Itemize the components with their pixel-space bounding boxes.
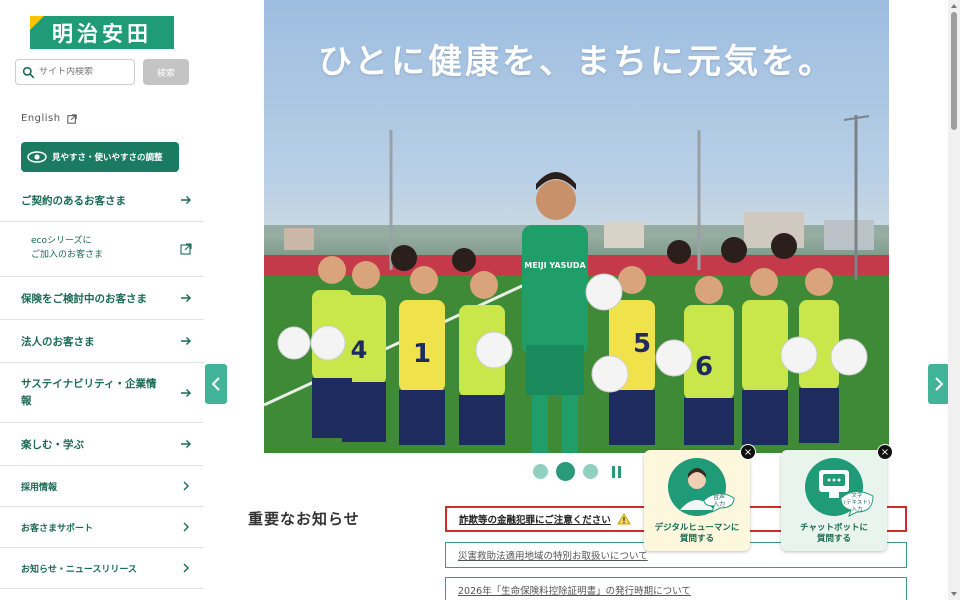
- close-icon[interactable]: ×: [740, 444, 756, 460]
- chatbot-label-line1: チャットボットに: [800, 523, 868, 533]
- carousel-dot-active[interactable]: [556, 462, 575, 481]
- sidebar-nav: ご契約のあるお客さま ecoシリーズにご加入のお客さま 保険をご検討中のお客さま…: [0, 179, 204, 589]
- chatbot-label: チャットボットに 質問する: [781, 523, 887, 546]
- search-icon: [22, 66, 35, 78]
- carousel-dots: [533, 462, 622, 481]
- notice-text: 詐欺等の金融犯罪にご注意ください: [459, 515, 611, 526]
- nav-item-label: サステイナビリティ・企業情報: [21, 376, 156, 409]
- scroll-up-icon[interactable]: [950, 2, 958, 10]
- eye-icon: [27, 151, 47, 163]
- arrow-right-icon: [181, 337, 191, 345]
- nav-item-label: 保険をご検討中のお客さま: [21, 292, 147, 305]
- chevron-left-icon: [211, 377, 220, 391]
- chevron-right-icon: [935, 377, 944, 391]
- notice-text: 災害救助法適用地域の特別お取扱いについて: [458, 551, 648, 562]
- accessibility-button[interactable]: 見やすさ・使いやすさの調整: [21, 142, 179, 172]
- digital-human-avatar-icon: 音声 入力: [668, 458, 735, 516]
- chevron-right-icon: [183, 563, 189, 573]
- nav-item-label: お客さまサポート: [21, 523, 94, 534]
- carousel-dot[interactable]: [583, 464, 598, 479]
- pause-icon[interactable]: [612, 465, 622, 478]
- chatbot-widget[interactable]: 文字 (テキスト) 入力 チャットボットに 質問する ×: [781, 444, 893, 551]
- nav-item-label: ご契約のあるお客さま: [21, 194, 126, 207]
- accessibility-button-label: 見やすさ・使いやすさの調整: [52, 153, 163, 163]
- carousel-dot[interactable]: [533, 464, 548, 479]
- notice-text: 2026年「生命保険料控除証明書」の発行時期について: [458, 586, 691, 597]
- chevron-right-icon: [183, 522, 189, 532]
- scroll-down-icon[interactable]: [950, 590, 958, 598]
- hero-headline: ひとに健康を、まちに元気を。: [318, 42, 835, 82]
- arrow-right-icon: [181, 196, 191, 204]
- nav-item-enjoy-learn[interactable]: 楽しむ・学ぶ: [0, 423, 204, 466]
- notices-title: 重要なお知らせ: [248, 510, 360, 528]
- close-icon[interactable]: ×: [877, 444, 893, 460]
- page-scrollbar[interactable]: [948, 0, 960, 600]
- chevron-right-icon: [183, 481, 189, 491]
- text-badge-line1: 文字: [851, 491, 863, 499]
- text-badge-line3: 入力: [851, 505, 862, 513]
- nav-item-label: 採用情報: [21, 482, 58, 493]
- carousel-next-button[interactable]: [928, 364, 950, 404]
- search-box: [15, 59, 135, 85]
- sidebar: 明治安田 検索 English 見やすさ・使いやすさの調整 ご契約のあるお客さま…: [0, 0, 204, 600]
- jersey-number: 5: [633, 329, 651, 359]
- logo-text: 明治安田: [52, 21, 152, 46]
- digital-human-label-line1: デジタルヒューマンに: [654, 523, 740, 533]
- nav-item-recruit[interactable]: 採用情報: [0, 466, 204, 507]
- carousel-prev-button[interactable]: [205, 364, 227, 404]
- logo-mark: [30, 16, 44, 30]
- arrow-right-icon: [181, 388, 191, 397]
- english-link[interactable]: English: [21, 113, 77, 124]
- chatbot-label-line2: 質問する: [816, 534, 851, 545]
- nav-item-label: 法人のお客さま: [21, 335, 95, 348]
- nav-item-news[interactable]: お知らせ・ニュースリリース: [0, 548, 204, 589]
- voice-badge-line1: 音声: [713, 493, 725, 501]
- nav-item-sustainability[interactable]: サステイナビリティ・企業情報: [0, 363, 204, 423]
- nav-item-support[interactable]: お客さまサポート: [0, 507, 204, 548]
- search-input[interactable]: [39, 67, 129, 77]
- nav-item-label-line1: サステイナビリティ・企業情: [21, 378, 157, 391]
- chatbot-icon: 文字 (テキスト) 入力: [805, 458, 874, 517]
- digital-human-widget[interactable]: 音声 入力 デジタルヒューマンに 質問する ×: [644, 444, 756, 551]
- search-button[interactable]: 検索: [143, 59, 189, 85]
- digital-human-label-line2: 質問する: [679, 534, 714, 545]
- brand-logo[interactable]: 明治安田: [30, 16, 174, 49]
- jersey-number: 6: [695, 352, 713, 382]
- external-link-icon: [180, 243, 192, 255]
- nav-item-label: お知らせ・ニュースリリース: [21, 564, 137, 575]
- nav-item-label: 楽しむ・学ぶ: [21, 438, 84, 451]
- english-link-label: English: [21, 113, 61, 124]
- nav-item-considering[interactable]: 保険をご検討中のお客さま: [0, 277, 204, 320]
- nav-item-label: ecoシリーズにご加入のお客さま: [31, 235, 103, 263]
- voice-badge-line2: 入力: [713, 500, 725, 508]
- warning-icon: [616, 513, 631, 525]
- external-link-icon: [66, 113, 77, 124]
- arrow-right-icon: [181, 440, 191, 448]
- nav-item-label-line1: ecoシリーズに: [31, 236, 92, 247]
- hero-banner[interactable]: MEIJI YASUDA 4 1 5 6 ひとに健康を、まちに元気を。: [264, 0, 889, 453]
- nav-item-label-line2: ご加入のお客さま: [31, 250, 104, 260]
- jersey-number: 1: [413, 339, 431, 369]
- nav-item-contract-customers[interactable]: ご契約のあるお客さま: [0, 179, 204, 222]
- notice-link[interactable]: 2026年「生命保険料控除証明書」の発行時期について: [445, 577, 907, 600]
- jersey-number: 4: [351, 336, 368, 364]
- nav-item-eco-series[interactable]: ecoシリーズにご加入のお客さま: [0, 222, 204, 277]
- nav-item-corporate[interactable]: 法人のお客さま: [0, 320, 204, 363]
- arrow-right-icon: [181, 294, 191, 302]
- nav-item-label-line2: 報: [21, 394, 32, 407]
- jersey-text: MEIJI YASUDA: [524, 261, 586, 270]
- digital-human-label: デジタルヒューマンに 質問する: [644, 523, 750, 546]
- text-badge-line2: (テキスト): [844, 499, 870, 506]
- scrollbar-thumb[interactable]: [951, 12, 957, 130]
